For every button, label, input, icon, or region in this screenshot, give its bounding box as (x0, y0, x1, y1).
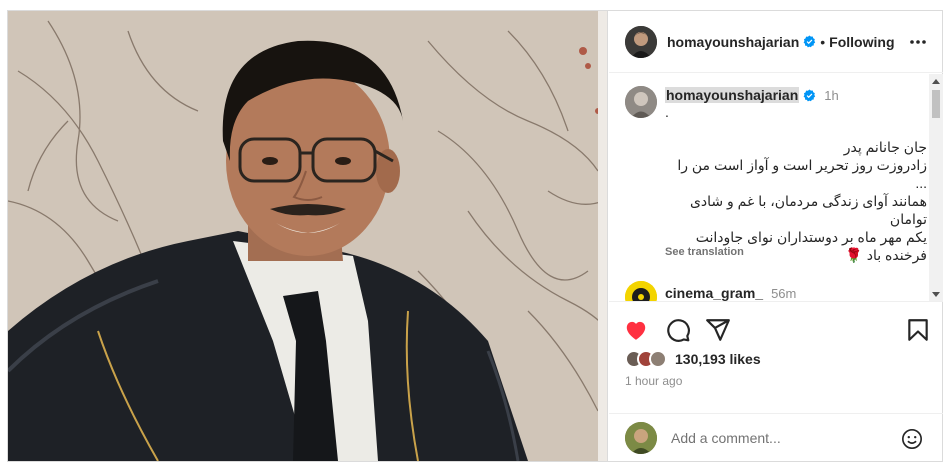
likes-count[interactable]: 130,193 likes (675, 351, 761, 367)
caption-username[interactable]: homayounshajarian (665, 87, 800, 103)
post-modal: homayounshajarian • Following homayounsh… (7, 10, 943, 462)
caption-author-avatar[interactable] (625, 86, 657, 118)
post-actions (609, 311, 943, 351)
paper-plane-icon[interactable] (705, 317, 731, 343)
likes-row: 130,193 likes (625, 348, 761, 370)
separator-dot: • (820, 33, 826, 50)
comments-scrollbar[interactable] (929, 74, 943, 301)
see-translation-link[interactable]: See translation (665, 246, 744, 258)
add-comment-input[interactable] (671, 429, 891, 446)
portrait-photo (8, 11, 607, 461)
comment-bubble-icon[interactable] (665, 317, 691, 343)
author-avatar[interactable] (625, 25, 657, 58)
liker-avatar[interactable] (649, 350, 667, 368)
caption-time: 1h (824, 87, 839, 103)
scroll-down-arrow-icon[interactable] (932, 292, 940, 297)
emoji-smile-icon[interactable] (901, 428, 923, 450)
add-comment-bar (609, 413, 943, 461)
comment-time: 56m (771, 285, 797, 301)
comment-avatar[interactable] (625, 281, 657, 301)
viewer-avatar (625, 421, 657, 454)
post-timestamp: 1 hour ago (625, 374, 683, 388)
post-header: homayounshajarian • Following (609, 11, 943, 73)
following-button[interactable]: Following (829, 34, 894, 50)
comment-item: cinema_gram_ 56m (665, 285, 796, 301)
bookmark-icon[interactable] (905, 317, 931, 343)
comments-section[interactable]: homayounshajarian 1h . جان جانانم پدر زا… (609, 74, 943, 302)
scroll-thumb[interactable] (932, 90, 940, 118)
comment-username[interactable]: cinema_gram_ (665, 285, 763, 301)
more-horizontal-icon[interactable] (909, 33, 927, 51)
scroll-up-arrow-icon[interactable] (932, 79, 940, 84)
verified-badge-icon (803, 35, 816, 48)
caption-dot: . (665, 104, 669, 120)
post-photo[interactable] (8, 11, 608, 461)
verified-badge-icon (803, 89, 816, 102)
post-sidebar: homayounshajarian • Following homayounsh… (609, 11, 943, 461)
author-username[interactable]: homayounshajarian (667, 34, 799, 50)
heart-filled-icon[interactable] (623, 317, 649, 343)
